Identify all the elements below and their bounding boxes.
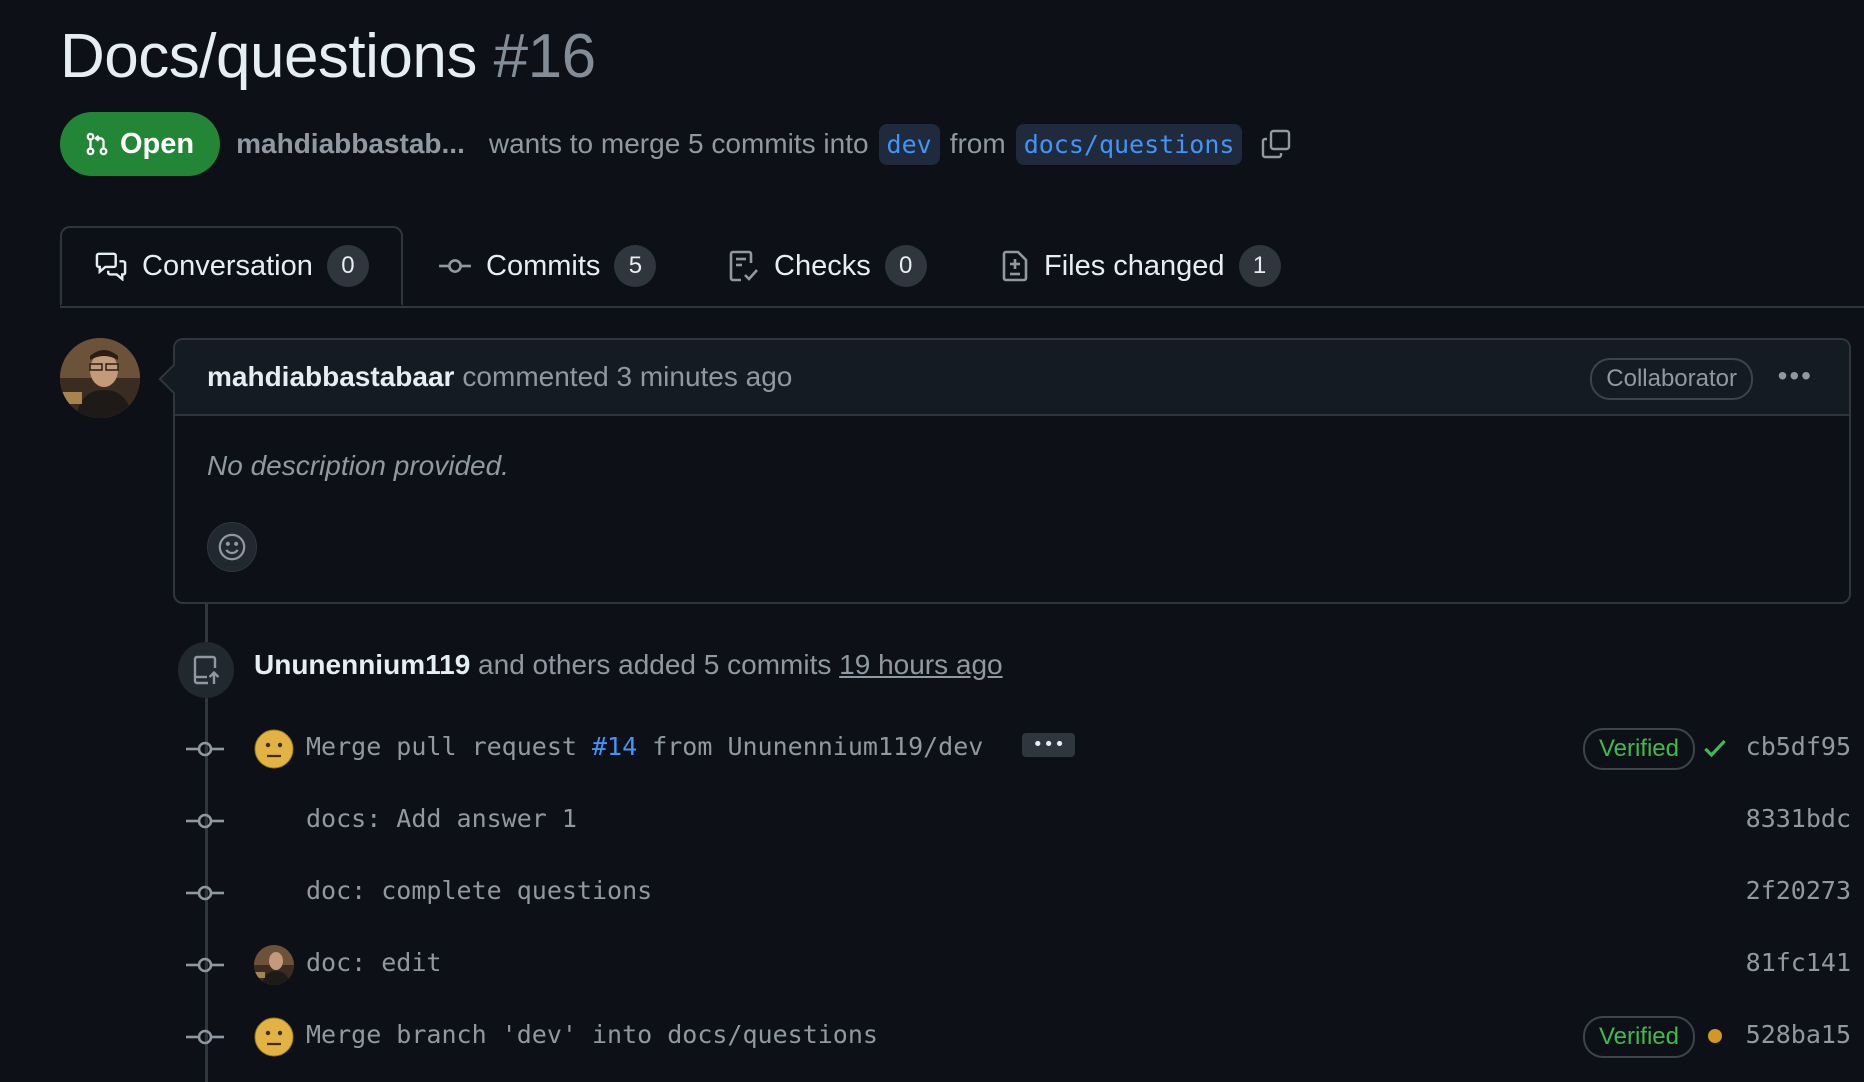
push-user[interactable]: Ununennium119 [254,649,470,680]
commit-author-avatar[interactable] [254,729,294,769]
push-time[interactable]: 19 hours ago [839,649,1002,680]
pr-title-text: Docs/questions [60,22,477,91]
comment-body: No description provided. [207,450,509,481]
commit-message-text: from Ununennium119/dev [637,732,984,761]
git-commit-icon [186,735,224,768]
pr-number: #16 [493,22,596,91]
tab-files-changed[interactable]: Files changed 1 [1000,226,1281,306]
pending-dot-icon[interactable] [1701,1022,1729,1050]
commit-sha[interactable]: 2f20273 [1746,876,1851,905]
git-commit-icon [186,879,224,912]
copy-icon[interactable] [1260,128,1292,160]
tab-count: 5 [614,245,657,287]
add-reaction-button[interactable] [207,522,257,572]
commit-row: doc: edit 81fc141 [186,938,1851,992]
pr-author-link[interactable]: mahdiabbastab... [236,128,465,160]
tab-conversation[interactable]: Conversation 0 [60,226,403,306]
tab-checks[interactable]: Checks 0 [728,226,927,306]
avatar[interactable] [60,338,140,418]
kebab-horizontal-icon[interactable]: ••• [1778,362,1813,390]
repo-push-icon [178,642,234,698]
state-label: Open [120,127,195,160]
commit-author-avatar[interactable] [254,1017,294,1057]
comment-discussion-icon [94,251,128,281]
merge-from-text: from [949,128,1006,159]
comment-author[interactable]: mahdiabbastabaar [207,361,454,393]
base-branch[interactable]: dev [878,123,940,165]
tab-label: Files changed [1044,249,1225,282]
expand-commit-button[interactable]: ••• [1022,733,1075,757]
git-commit-icon [186,807,224,840]
commit-row: Merge pull request #14 from Ununennium11… [186,722,1851,776]
checklist-icon [728,249,760,283]
tab-count: 0 [326,245,369,287]
smiley-icon [217,532,247,562]
push-event: Ununennium119 and others added 5 commits… [254,649,1003,681]
comment-header: mahdiabbastabaar commented 3 minutes ago… [175,340,1849,416]
tab-commits[interactable]: Commits 5 [438,226,657,306]
tab-count: 0 [884,245,927,287]
git-commit-icon [186,951,224,984]
commit-sha[interactable]: 8331bdc [1746,804,1851,833]
commit-row: doc: complete questions 2f20273 [186,866,1851,920]
collaborator-badge: Collaborator [1590,358,1753,400]
state-badge: Open [60,112,221,176]
commit-row: Merge branch 'dev' into docs/questions V… [186,1010,1851,1064]
git-commit-icon [186,1023,224,1056]
tab-label: Conversation [142,249,313,282]
commit-sha[interactable]: cb5df95 [1746,732,1851,761]
tab-label: Checks [774,249,871,282]
pr-tabs: Conversation 0 Commits 5 Checks 0 Files … [60,226,1864,308]
push-text: and others added 5 commits [478,649,832,680]
git-pull-request-icon [84,129,110,159]
verified-badge[interactable]: Verified [1582,1016,1695,1058]
commit-message[interactable]: docs: Add answer 1 [306,804,577,833]
file-diff-icon [1000,249,1030,283]
commit-message[interactable]: Merge branch 'dev' into docs/questions [306,1020,878,1049]
pr-link[interactable]: #14 [592,732,637,761]
commit-message[interactable]: doc: edit [306,948,441,977]
pr-meta: Open mahdiabbastab... wants to merge 5 c… [60,112,1292,176]
commit-sha[interactable]: 528ba15 [1746,1020,1851,1049]
commit-message[interactable]: doc: complete questions [306,876,652,905]
commit-row: docs: Add answer 1 8331bdc [186,794,1851,848]
commit-sha[interactable]: 81fc141 [1746,948,1851,977]
pr-description-comment: mahdiabbastabaar commented 3 minutes ago… [173,338,1851,604]
merge-text: wants to merge 5 commits into [488,128,869,159]
head-branch[interactable]: docs/questions [1015,123,1243,165]
commit-message-text: Merge pull request [306,732,592,761]
tab-label: Commits [486,249,601,282]
commit-message[interactable]: Merge pull request #14 from Ununennium11… [306,732,1075,761]
verified-badge[interactable]: Verified [1582,728,1695,770]
check-icon[interactable] [1701,734,1729,762]
tab-count: 1 [1238,245,1281,287]
commit-author-avatar[interactable] [254,945,294,985]
comment-action: commented 3 minutes ago [462,361,793,392]
pr-title: Docs/questions #16 [60,20,596,94]
git-commit-icon [438,251,472,281]
